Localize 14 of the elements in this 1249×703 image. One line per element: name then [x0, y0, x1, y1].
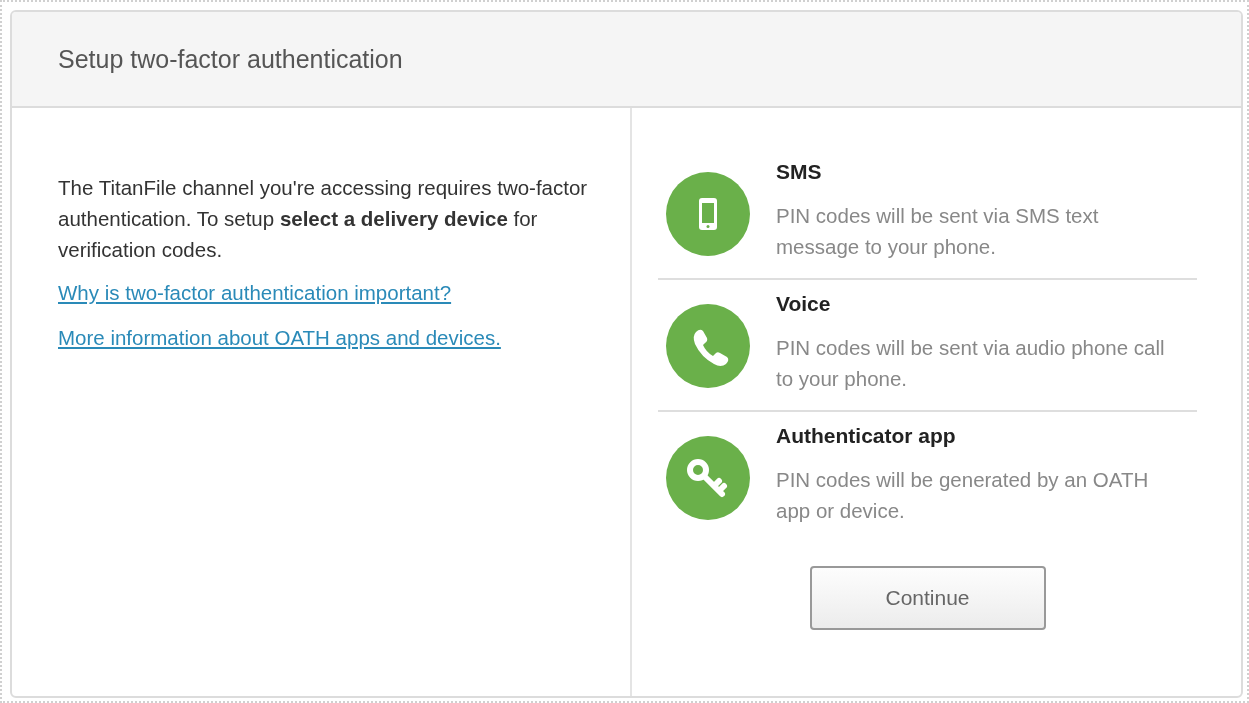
phone-handset-icon[interactable] — [666, 304, 750, 388]
info-link[interactable]: Why is two-factor authentication important? — [58, 277, 452, 308]
option-description: PIN codes will be sent via audio phone call to your phone. — [776, 335, 1166, 392]
option-description: PIN codes will be generated by an OATH app or device. — [776, 467, 1150, 524]
continue-button[interactable]: Continue — [809, 566, 1046, 630]
option-description: PIN codes will be sent via SMS text message to your phone. — [776, 203, 1100, 260]
option-title: Voice — [776, 292, 831, 316]
key-icon[interactable] — [666, 436, 750, 520]
dialog-title: Setup two-factor authentication — [58, 44, 403, 74]
intro-text: The TitanFile channel you're accessing requires two-factor authentication. To setup select a delivery device for verification codes. — [58, 175, 589, 263]
info-link[interactable]: More information about OATH apps and devices. — [58, 322, 501, 353]
option-title: Authenticator app — [776, 424, 956, 448]
option-title: SMS — [776, 160, 822, 184]
mobile-phone-icon[interactable] — [666, 172, 750, 256]
